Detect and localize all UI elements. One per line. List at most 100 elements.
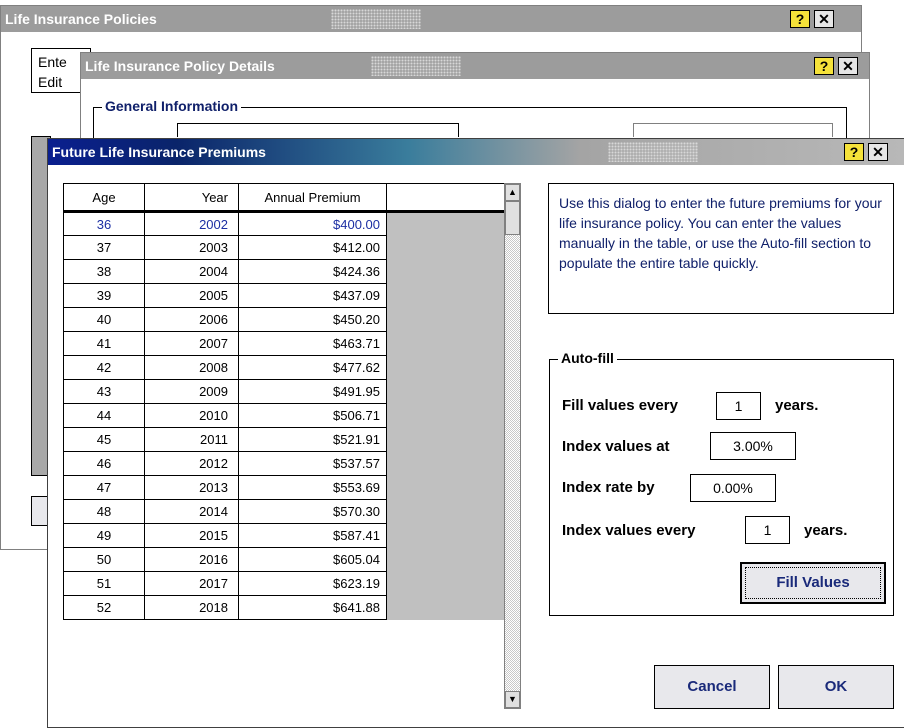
year-cell[interactable]: 2013 (144, 475, 239, 500)
premium-cell[interactable]: $641.88 (238, 595, 387, 620)
premium-cell[interactable]: $412.00 (238, 235, 387, 260)
table-row[interactable]: 43 2009 $491.95 (63, 379, 505, 404)
year-cell[interactable]: 2011 (144, 427, 239, 452)
close-icon[interactable]: ✕ (814, 10, 834, 28)
age-cell[interactable]: 41 (63, 331, 145, 356)
age-cell[interactable]: 47 (63, 475, 145, 500)
scroll-up-icon[interactable]: ▲ (505, 184, 520, 201)
year-cell[interactable]: 2016 (144, 547, 239, 572)
age-cell[interactable]: 39 (63, 283, 145, 308)
premium-cell[interactable]: $506.71 (238, 403, 387, 428)
premium-cell[interactable]: $553.69 (238, 475, 387, 500)
details-field-left[interactable] (177, 123, 459, 137)
age-cell[interactable]: 37 (63, 235, 145, 260)
table-row[interactable]: 42 2008 $477.62 (63, 355, 505, 380)
table-row[interactable]: 44 2010 $506.71 (63, 403, 505, 428)
age-cell[interactable]: 46 (63, 451, 145, 476)
instruction-line-1: Ente (38, 54, 67, 70)
policy-details-title: Life Insurance Policy Details (85, 58, 275, 74)
fill-every-input[interactable]: 1 (716, 392, 761, 420)
column-header-age[interactable]: Age (63, 183, 145, 213)
year-cell[interactable]: 2015 (144, 523, 239, 548)
index-rate-input[interactable]: 0.00% (690, 474, 776, 502)
premium-cell[interactable]: $587.41 (238, 523, 387, 548)
ok-button[interactable]: OK (778, 665, 894, 709)
help-icon[interactable]: ? (814, 57, 834, 75)
year-cell[interactable]: 2006 (144, 307, 239, 332)
column-header-year[interactable]: Year (144, 183, 239, 213)
empty-cell (386, 355, 505, 380)
index-at-input[interactable]: 3.00% (710, 432, 796, 460)
year-cell[interactable]: 2005 (144, 283, 239, 308)
table-row[interactable]: 40 2006 $450.20 (63, 307, 505, 332)
table-row[interactable]: 47 2013 $553.69 (63, 475, 505, 500)
table-row[interactable]: 48 2014 $570.30 (63, 499, 505, 524)
age-cell[interactable]: 51 (63, 571, 145, 596)
table-row[interactable]: 52 2018 $641.88 (63, 595, 505, 620)
index-every-input[interactable]: 1 (745, 516, 790, 544)
table-row[interactable]: 51 2017 $623.19 (63, 571, 505, 596)
fill-every-label: Fill values every (562, 397, 678, 414)
age-cell[interactable]: 48 (63, 499, 145, 524)
age-cell[interactable]: 38 (63, 259, 145, 284)
table-row[interactable]: 41 2007 $463.71 (63, 331, 505, 356)
year-cell[interactable]: 2017 (144, 571, 239, 596)
year-cell[interactable]: 2008 (144, 355, 239, 380)
year-cell[interactable]: 2004 (144, 259, 239, 284)
premium-cell[interactable]: $570.30 (238, 499, 387, 524)
age-cell[interactable]: 52 (63, 595, 145, 620)
year-cell[interactable]: 2014 (144, 499, 239, 524)
age-cell[interactable]: 42 (63, 355, 145, 380)
table-scrollbar[interactable]: ▲ ▼ (504, 183, 521, 709)
premium-cell[interactable]: $491.95 (238, 379, 387, 404)
premium-cell[interactable]: $477.62 (238, 355, 387, 380)
age-cell[interactable]: 43 (63, 379, 145, 404)
column-header-annual-premium[interactable]: Annual Premium (238, 183, 387, 213)
age-cell[interactable]: 49 (63, 523, 145, 548)
table-row[interactable]: 39 2005 $437.09 (63, 283, 505, 308)
age-cell[interactable]: 45 (63, 427, 145, 452)
age-cell[interactable]: 50 (63, 547, 145, 572)
year-cell[interactable]: 2003 (144, 235, 239, 260)
column-header-empty (386, 183, 505, 213)
table-row[interactable]: 37 2003 $412.00 (63, 235, 505, 260)
close-icon[interactable]: ✕ (838, 57, 858, 75)
fill-every-years-label: years. (775, 397, 819, 414)
fill-values-button[interactable]: Fill Values (740, 562, 886, 604)
empty-cell (386, 475, 505, 500)
table-row[interactable]: 38 2004 $424.36 (63, 259, 505, 284)
close-icon[interactable]: ✕ (868, 143, 888, 161)
premium-cell[interactable]: $450.20 (238, 307, 387, 332)
year-cell[interactable]: 2002 (144, 211, 239, 236)
age-cell[interactable]: 40 (63, 307, 145, 332)
titlebar-pattern (608, 142, 698, 162)
table-row[interactable]: 50 2016 $605.04 (63, 547, 505, 572)
year-cell[interactable]: 2010 (144, 403, 239, 428)
help-icon[interactable]: ? (790, 10, 810, 28)
year-cell[interactable]: 2012 (144, 451, 239, 476)
cancel-button[interactable]: Cancel (654, 665, 770, 709)
premium-cell[interactable]: $437.09 (238, 283, 387, 308)
premium-cell[interactable]: $623.19 (238, 571, 387, 596)
premium-cell[interactable]: $400.00 (238, 211, 387, 236)
year-cell[interactable]: 2009 (144, 379, 239, 404)
table-row[interactable]: 49 2015 $587.41 (63, 523, 505, 548)
scroll-thumb[interactable] (505, 201, 520, 235)
table-row[interactable]: 46 2012 $537.57 (63, 451, 505, 476)
premium-cell[interactable]: $463.71 (238, 331, 387, 356)
empty-cell (386, 571, 505, 596)
age-cell[interactable]: 36 (63, 211, 145, 236)
year-cell[interactable]: 2007 (144, 331, 239, 356)
index-rate-label: Index rate by (562, 479, 655, 496)
premium-cell[interactable]: $521.91 (238, 427, 387, 452)
year-cell[interactable]: 2018 (144, 595, 239, 620)
table-row[interactable]: 36 2002 $400.00 (63, 211, 505, 236)
help-icon[interactable]: ? (844, 143, 864, 161)
details-field-right[interactable] (633, 123, 833, 137)
age-cell[interactable]: 44 (63, 403, 145, 428)
table-row[interactable]: 45 2011 $521.91 (63, 427, 505, 452)
scroll-down-icon[interactable]: ▼ (505, 691, 520, 708)
premium-cell[interactable]: $537.57 (238, 451, 387, 476)
premium-cell[interactable]: $605.04 (238, 547, 387, 572)
premium-cell[interactable]: $424.36 (238, 259, 387, 284)
